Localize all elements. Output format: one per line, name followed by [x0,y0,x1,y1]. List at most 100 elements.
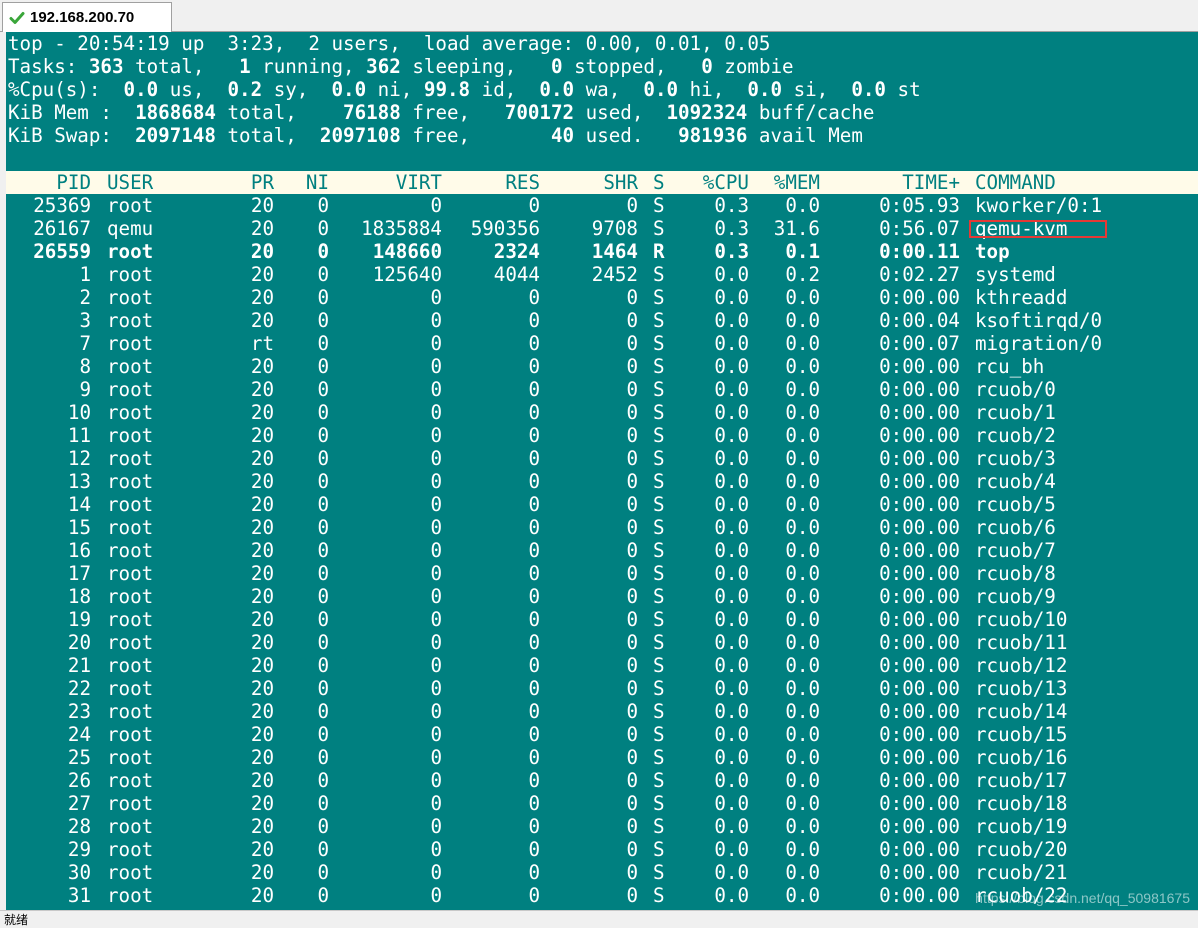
cell-time: 0:00.00 [879,493,960,516]
summary-tasks-line: Tasks: 363 total, 1 running, 362 sleepin… [8,55,794,78]
cell-pid: 26559 [33,240,91,263]
cell-cpu: 0.0 [714,677,749,700]
cell-res: 0 [528,792,540,815]
cell-res: 0 [528,838,540,861]
cell-state: S [653,838,665,861]
table-row: 3 root 20 0 0 0 0 S 0.0 0.0 0:00.04 ksoftirqd/0 [6,309,1198,332]
summary-segment: 99.8 [423,78,471,101]
cell-user: root [107,401,154,424]
cell-virt: 0 [430,286,442,309]
cell-time: 0:00.00 [879,355,960,378]
cell-res: 0 [528,723,540,746]
table-row: 26 root 20 0 0 0 0 S 0.0 0.0 0:00.00 rcuob/17 [6,769,1198,792]
cell-user: root [107,654,154,677]
cell-pr: 20 [250,723,274,746]
cell-mem: 0.0 [785,815,820,838]
cell-cpu: 0.0 [714,286,749,309]
cell-command: migration/0 [975,332,1103,355]
cell-shr: 0 [626,562,638,585]
cell-cpu: 0.3 [714,217,749,240]
cell-virt: 148660 [372,240,442,263]
summary-uptime-line: top - 20:54:19 up 3:23, 2 users, load av… [8,32,771,55]
summary-segment: 2097148 [135,124,216,147]
cell-time: 0:00.00 [879,746,960,769]
cell-res: 0 [528,562,540,585]
cell-time: 0:56.07 [879,217,960,240]
cell-cpu: 0.0 [714,378,749,401]
cell-time: 0:00.00 [879,608,960,631]
cell-shr: 9708 [591,217,638,240]
cell-user: root [107,769,154,792]
cell-ni: 0 [317,608,329,631]
cell-cpu: 0.0 [714,631,749,654]
cell-pr: 20 [250,861,274,884]
terminal-window: 192.168.200.70 top - 20:54:19 up 3:23, 2… [0,0,1198,928]
cell-res: 0 [528,286,540,309]
cell-res: 0 [528,309,540,332]
table-row: 29 root 20 0 0 0 0 S 0.0 0.0 0:00.00 rcuob/20 [6,838,1198,861]
cell-cpu: 0.0 [714,654,749,677]
summary-segment: %Cpu(s): [8,78,124,101]
cell-cpu: 0.0 [714,700,749,723]
cell-shr: 0 [626,608,638,631]
summary-segment: 363 [88,55,124,78]
cell-time: 0:00.00 [879,815,960,838]
cell-virt: 0 [430,378,442,401]
cell-user: root [107,240,154,263]
cell-shr: 0 [626,194,638,217]
cell-ni: 0 [317,792,329,815]
summary-segment: sy, [262,78,332,101]
cell-state: S [653,286,665,309]
cell-mem: 31.6 [773,217,820,240]
cell-ni: 0 [317,401,329,424]
cell-user: root [107,631,154,654]
cell-res: 590356 [470,217,540,240]
cell-command: kworker/0:1 [975,194,1103,217]
cell-user: root [107,746,154,769]
cell-state: S [653,447,665,470]
summary-segment: 0.0 [331,78,367,101]
cell-virt: 0 [430,447,442,470]
cell-pid: 31 [67,884,91,907]
cell-pid: 26 [67,769,91,792]
cell-ni: 0 [317,585,329,608]
cell-virt: 1835884 [361,217,442,240]
cell-user: root [107,700,154,723]
cell-state: S [653,677,665,700]
cell-state: S [653,608,665,631]
cell-pid: 17 [67,562,91,585]
cell-cpu: 0.0 [714,539,749,562]
column-header-virt: VIRT [395,171,442,194]
cell-state: S [653,746,665,769]
cell-state: S [653,631,665,654]
cell-shr: 0 [626,723,638,746]
cell-virt: 0 [430,815,442,838]
summary-segment: total, [215,124,320,147]
cell-state: S [653,378,665,401]
cell-shr: 1464 [591,240,638,263]
cell-shr: 0 [626,286,638,309]
cell-shr: 0 [626,332,638,355]
cell-mem: 0.0 [785,631,820,654]
cell-cpu: 0.0 [714,746,749,769]
cell-cpu: 0.0 [714,884,749,907]
cell-time: 0:00.00 [879,562,960,585]
cell-state: S [653,263,665,286]
cell-command: systemd [975,263,1056,286]
cell-shr: 0 [626,470,638,493]
cell-res: 0 [528,861,540,884]
cell-user: root [107,263,154,286]
terminal-screen[interactable]: top - 20:54:19 up 3:23, 2 users, load av… [6,32,1198,910]
cell-res: 0 [528,447,540,470]
cell-pid: 16 [67,539,91,562]
session-tab-title: 192.168.200.70 [30,9,135,26]
cell-mem: 0.0 [785,769,820,792]
cell-mem: 0.1 [785,240,820,263]
table-row: 11 root 20 0 0 0 0 S 0.0 0.0 0:00.00 rcuob/2 [6,424,1198,447]
cell-shr: 0 [626,631,638,654]
cell-time: 0:00.00 [879,286,960,309]
table-row: 25369 root 20 0 0 0 0 S 0.3 0.0 0:05.93 kworker/0:1 [6,194,1198,217]
cell-pr: 20 [250,608,274,631]
cell-command: rcuob/21 [975,861,1068,884]
session-tab[interactable]: 192.168.200.70 [2,2,172,32]
